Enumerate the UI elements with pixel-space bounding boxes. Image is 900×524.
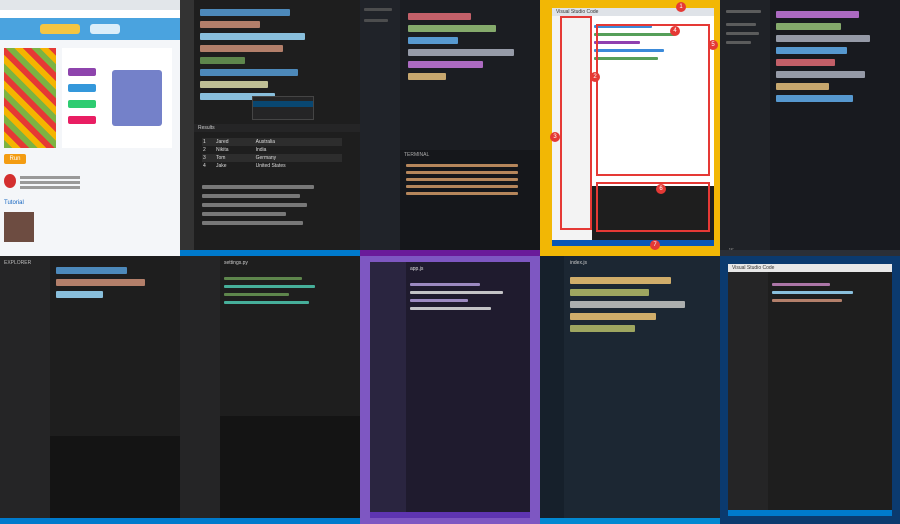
window-title: Visual Studio Code <box>552 8 714 16</box>
tutorial-link[interactable]: Tutorial <box>4 200 24 206</box>
tile-python-editor: settings.py <box>180 256 360 524</box>
tile-dark-editor-terminal: TERMINAL <box>360 0 540 256</box>
annotation-badge: 7 <box>650 240 660 250</box>
messages-pane <box>202 180 342 230</box>
tile-light-window-ide: Visual Studio Code <box>720 256 900 524</box>
query-code <box>200 4 350 105</box>
browser-tabbar <box>0 0 180 10</box>
status-bar <box>728 510 892 516</box>
file-explorer <box>728 272 768 516</box>
code-area <box>776 6 894 107</box>
code-area <box>772 278 888 307</box>
tile-annotated-ide: Visual Studio Code 1 2 3 4 5 6 7 <box>540 0 720 256</box>
game-stage <box>4 48 56 148</box>
explorer-sidebar <box>720 0 770 256</box>
results-tab[interactable]: Results <box>194 124 360 132</box>
cell: 1 <box>203 139 206 145</box>
status-bar <box>0 518 180 524</box>
annotation-box <box>596 182 710 232</box>
cell: Germany <box>255 155 277 161</box>
cell: 3 <box>203 155 206 161</box>
explorer-sidebar <box>370 262 406 518</box>
tile-node-project-tree: EXPLORER <box>0 256 180 524</box>
explorer-sidebar <box>360 0 400 256</box>
explorer-heading: EXPLORER <box>4 260 32 266</box>
cell: Nikita <box>216 147 229 153</box>
annotation-badge: 5 <box>708 40 718 50</box>
run-button[interactable]: Run <box>4 154 26 164</box>
terminal-panel[interactable]: TERMINAL <box>400 150 540 250</box>
file-tab[interactable]: app.js <box>410 266 423 272</box>
activity-bar <box>180 0 194 256</box>
cell: 2 <box>203 147 206 153</box>
annotation-box <box>596 24 710 176</box>
annotation-badge: 3 <box>550 132 560 142</box>
file-tab[interactable]: settings.py <box>224 260 248 266</box>
terminal-tab[interactable]: TERMINAL <box>400 150 540 160</box>
autocomplete-popup[interactable] <box>252 96 314 120</box>
cell: Jake <box>216 163 227 169</box>
tile-scratch-blocks: Run Tutorial <box>0 0 180 256</box>
status-bar <box>180 518 360 524</box>
window-title: Visual Studio Code <box>728 264 892 272</box>
cell: Jared <box>216 139 229 145</box>
explorer-sidebar: EXPLORER <box>0 256 50 524</box>
tile-purple-theme-editor: app.js <box>360 256 540 524</box>
ide-window: Visual Studio Code <box>728 264 892 516</box>
cell: United States <box>255 163 286 169</box>
video-thumbnail[interactable] <box>4 212 34 242</box>
annotation-badge: 1 <box>676 2 686 12</box>
explorer-sidebar <box>180 256 220 524</box>
terminal-panel[interactable] <box>220 416 360 518</box>
code-area <box>410 278 526 315</box>
code-area <box>408 8 533 85</box>
editor-window: app.js <box>370 262 530 518</box>
annotation-box <box>560 16 592 230</box>
tile-dark-js-editor: JS <box>720 0 900 256</box>
status-bar <box>552 240 714 246</box>
tile-sql-editor: Results 1 Jared Australia 2 Nikita India 3 To… <box>180 0 360 256</box>
activity-bar <box>540 256 564 524</box>
cell: Tom <box>216 155 226 161</box>
cell: 4 <box>203 163 206 169</box>
annotation-badge: 2 <box>590 72 600 82</box>
hint-text <box>20 174 80 191</box>
cell: India <box>255 147 267 153</box>
file-tab[interactable]: index.js <box>570 260 587 266</box>
code-area <box>570 272 714 337</box>
status-bar <box>370 512 530 518</box>
annotation-badge: 6 <box>656 184 666 194</box>
angry-bird-avatar <box>4 174 16 188</box>
annotation-badge: 4 <box>670 26 680 36</box>
tile-blue-theme-editor: index.js <box>540 256 720 524</box>
terminal-panel[interactable] <box>50 436 180 518</box>
block-workspace <box>62 48 172 148</box>
cell: Australia <box>255 139 276 145</box>
status-bar <box>540 518 720 524</box>
app-header <box>0 18 180 40</box>
results-table: 1 Jared Australia 2 Nikita India 3 Tom Germany… <box>202 138 342 170</box>
code-area <box>56 262 174 303</box>
code-area <box>224 272 354 309</box>
